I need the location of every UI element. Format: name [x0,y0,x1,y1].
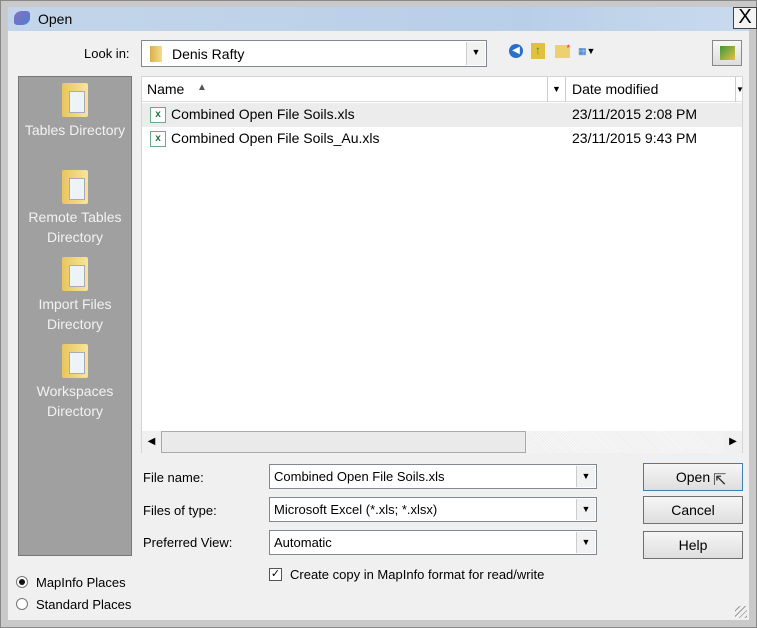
chevron-down-icon[interactable]: ▼ [466,42,485,65]
create-copy-label: Create copy in MapInfo format for read/w… [290,567,545,582]
file-name: Combined Open File Soils.xls [171,106,355,122]
column-header-date-modified[interactable]: Date modified [572,81,658,97]
preferred-view-select[interactable]: Automatic ▼ [269,530,597,555]
excel-file-icon: x [150,131,166,147]
chevron-down-icon[interactable]: ▼ [576,499,595,520]
look-in-label: Look in: [84,46,130,61]
standard-places-label: Standard Places [36,597,132,612]
create-copy-checkbox[interactable]: ✓ [269,568,282,581]
resize-grip-icon[interactable] [735,606,747,618]
chevron-down-icon[interactable]: ▼ [576,466,595,487]
chevron-down-icon[interactable]: ▼ [576,532,595,553]
look-in-combo[interactable]: Denis Rafty ▼ [141,40,487,67]
file-row[interactable]: x Combined Open File Soils_Au.xls 23/11/… [142,127,742,151]
file-list[interactable]: Name ▲ ▼ Date modified ▼ x Combined Open… [141,76,744,453]
excel-file-icon: x [150,107,166,123]
cancel-button[interactable]: Cancel [643,496,743,524]
up-folder-icon[interactable]: ↑ [531,43,545,59]
file-date: 23/11/2015 2:08 PM [572,106,698,122]
place-import-files-directory[interactable]: Import Files Directory [19,257,131,334]
open-database-icon [720,46,735,60]
view-menu-icon[interactable]: ▦▼ [578,45,605,58]
back-icon[interactable]: ◀ [509,44,523,58]
sort-ascending-icon: ▲ [197,82,207,93]
folder-icon [62,170,88,204]
column-filter-dropdown[interactable]: ▼ [547,77,566,102]
look-in-value: Denis Rafty [172,46,245,62]
files-of-type-label: Files of type: [143,503,217,518]
file-name: Combined Open File Soils_Au.xls [171,130,380,146]
column-header-name[interactable]: Name [147,81,184,97]
folder-icon [62,257,88,291]
folder-icon [62,83,88,117]
place-label: Workspaces Directory [36,383,114,419]
file-name-label: File name: [143,470,204,485]
place-workspaces-directory[interactable]: Workspaces Directory [19,344,131,421]
open-button[interactable]: Open [643,463,743,491]
place-label: Tables Directory [24,122,126,138]
folder-icon [62,344,88,378]
title-bar[interactable]: Open X [8,7,757,31]
preferred-view-value: Automatic [274,535,332,550]
folder-icon [150,46,162,62]
files-of-type-value: Microsoft Excel (*.xls; *.xlsx) [274,502,438,517]
mouse-cursor-icon: ⇱ [713,472,727,489]
preferred-view-label: Preferred View: [143,535,233,550]
places-bar: Tables Directory Remote Tables Directory… [18,76,132,556]
file-name-value: Combined Open File Soils.xls [274,469,445,484]
file-name-input[interactable]: Combined Open File Soils.xls ▼ [269,464,597,489]
mapinfo-app-icon [14,11,30,25]
scroll-left-button[interactable]: ◀ [142,431,161,453]
file-date: 23/11/2015 9:43 PM [572,130,698,146]
scroll-right-button[interactable]: ▶ [724,431,742,453]
place-label: Import Files Directory [38,296,112,332]
mapinfo-places-radio[interactable] [16,576,28,588]
list-header: Name ▲ ▼ Date modified ▼ [142,77,744,102]
column-filter-dropdown[interactable]: ▼ [735,77,744,102]
files-of-type-select[interactable]: Microsoft Excel (*.xls; *.xlsx) ▼ [269,497,597,522]
window-title: Open [38,11,73,27]
new-folder-icon[interactable]: * [555,44,570,58]
standard-places-radio[interactable] [16,598,28,610]
mapinfo-places-label: MapInfo Places [36,575,126,590]
place-tables-directory[interactable]: Tables Directory [19,83,131,140]
help-button[interactable]: Help [643,531,743,559]
open-database-button[interactable] [712,40,742,66]
file-row[interactable]: x Combined Open File Soils.xls 23/11/201… [142,103,742,127]
place-label: Remote Tables Directory [28,209,122,245]
place-remote-tables-directory[interactable]: Remote Tables Directory [19,170,131,247]
scrollbar-thumb[interactable] [161,431,526,453]
close-button[interactable]: X [733,7,757,29]
